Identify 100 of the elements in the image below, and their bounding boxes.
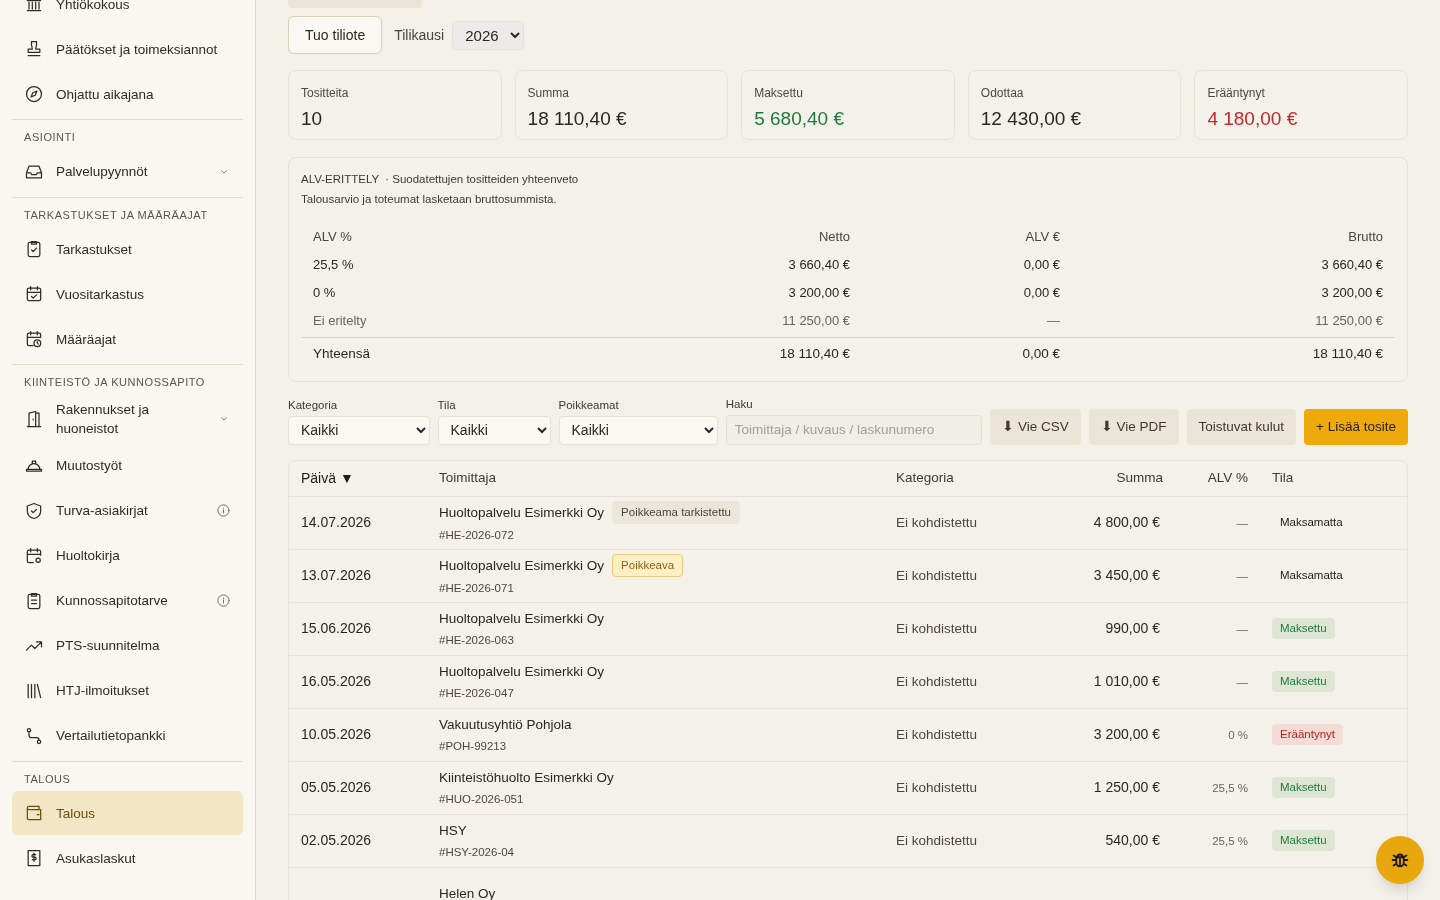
stat-value: 12 430,00 €	[980, 107, 1083, 131]
invoice-number: #HE-2026-047	[439, 685, 515, 701]
table-cell: 11 250,00 €	[782, 312, 850, 328]
invoice-number: #HE-2026-063	[439, 632, 515, 648]
stat-label: Maksettu	[754, 85, 804, 102]
supplier-name: Huoltopalvelu Esimerkki Oy	[439, 662, 605, 681]
status-badge: Maksettu	[1272, 830, 1335, 852]
sidebar-item[interactable]: Asukaslaskut	[12, 836, 243, 880]
action-button[interactable]: Toistuvat kulut	[1186, 408, 1297, 445]
total-cell: Yhteensä	[313, 346, 371, 362]
sidebar-item[interactable]: Vertailutietopankki	[12, 713, 243, 758]
total-cell: 18 110,40 €	[1312, 346, 1383, 362]
amount-cell: 3 450,00 €	[1093, 567, 1160, 584]
sidebar-item[interactable]: Huoltokirja	[12, 533, 243, 578]
status-label: Maksamatta	[1279, 568, 1344, 584]
vat-cell: —	[1236, 675, 1248, 688]
column-header[interactable]: Päivä ▼	[301, 469, 354, 486]
bug-report-button[interactable]	[1376, 836, 1424, 884]
date-cell: 16.05.2026	[301, 673, 372, 690]
amount-cell: 540,00 €	[1105, 832, 1160, 849]
info-icon	[216, 593, 231, 608]
period-select[interactable]: 2026	[452, 20, 525, 50]
shield-check-icon	[24, 500, 44, 521]
date-cell: 05.05.2026	[301, 779, 372, 796]
search-field[interactable]: Toimittaja / kuvaus / laskunumero	[725, 414, 983, 445]
supplier-name: Huoltopalvelu Esimerkki Oy	[439, 503, 605, 522]
column-header: ALV %	[1207, 470, 1248, 486]
route-icon	[24, 725, 44, 746]
filter-select[interactable]: Kaikki	[558, 415, 718, 445]
action-button[interactable]: + Lisää tosite	[1304, 408, 1408, 445]
tag: Poikkeama tarkistettu	[612, 501, 740, 525]
table-cell: 0 %	[313, 284, 336, 300]
supplier-name: HSY	[439, 821, 467, 840]
sidebar-item[interactable]: Vuositarkastus	[12, 272, 243, 316]
category-cell: Ei kohdistettu	[896, 832, 978, 848]
vat-note: Talousarvio ja toteumat lasketaan bruttosummista.	[301, 192, 558, 208]
sidebar-item[interactable]: Määräajat	[12, 317, 243, 361]
column-header: Kategoria	[896, 470, 954, 486]
import-button[interactable]: Tuo tiliote	[288, 16, 383, 54]
sidebar-item[interactable]: Muutostyöt	[12, 443, 243, 488]
supplier-name: Huoltopalvelu Esimerkki Oy	[439, 609, 605, 628]
category-cell: Ei kohdistettu	[896, 673, 978, 689]
vat-cell: 25,5 %	[1212, 781, 1248, 794]
sidebar-item[interactable]: HTJ-ilmoitukset	[12, 668, 243, 713]
date-cell: 02.05.2026	[301, 832, 372, 849]
search-label: Haku	[725, 396, 754, 412]
sidebar-item[interactable]: Palvelupyynnöt	[12, 149, 243, 194]
section-heading: TARKASTUKSET JA MÄÄRÄAJAT	[23, 207, 209, 223]
filter-select[interactable]: Kaikki	[437, 415, 551, 445]
action-button[interactable]: ⬇ Vie CSV	[990, 408, 1081, 445]
filter-label: Tila	[437, 397, 457, 413]
column-header: ALV %	[313, 228, 352, 244]
stat-value: 18 110,40 €	[527, 107, 628, 131]
tag: Poikkeava	[612, 554, 684, 578]
amount-cell: 1 250,00 €	[1093, 779, 1160, 796]
wallet-icon	[24, 803, 44, 823]
supplier-name: Huoltopalvelu Esimerkki Oy	[439, 556, 605, 575]
table-cell: 3 200,00 €	[1321, 284, 1383, 300]
columns-icon	[24, 0, 44, 14]
total-cell: 18 110,40 €	[779, 346, 850, 362]
sidebar-item[interactable]: Tarkastukset	[12, 227, 243, 271]
vat-cell: —	[1236, 622, 1248, 635]
category-cell: Ei kohdistettu	[896, 779, 978, 795]
status-badge: Maksettu	[1272, 777, 1335, 799]
invoice-number: #HSY-2026-04	[439, 844, 516, 860]
sidebar-item[interactable]: Ohjattu aikajana	[12, 72, 243, 116]
vat-cell: —	[1236, 569, 1248, 582]
status-badge: Maksettu	[1272, 671, 1335, 693]
table-cell: 0,00 €	[1023, 284, 1060, 300]
stat-label: Summa	[527, 85, 570, 102]
vat-cell: 25,5 %	[1212, 834, 1248, 847]
sidebar-item[interactable]: Päätökset ja toimeksiannot	[12, 27, 243, 71]
sidebar-item[interactable]: Turva-asiakirjat	[12, 488, 243, 533]
invoice-number: #POH-99213	[439, 738, 508, 754]
sidebar-item[interactable]: Talous	[12, 791, 243, 835]
table-cell: 3 200,00 €	[788, 284, 850, 300]
status-badge: Erääntynyt	[1272, 724, 1343, 746]
filter-select[interactable]: Kaikki	[288, 415, 430, 445]
column-header: Summa	[1116, 470, 1163, 486]
total-cell: 0,00 €	[1022, 346, 1060, 362]
calendar-clock-icon	[24, 329, 44, 349]
action-button[interactable]: ⬇ Vie PDF	[1088, 408, 1179, 445]
date-cell: 10.05.2026	[301, 726, 372, 743]
sidebar-item[interactable]: Kunnossapitotarve	[12, 578, 243, 623]
column-header: Toimittaja	[439, 470, 497, 486]
date-cell: 14.07.2026	[301, 514, 372, 531]
table-cell: 0,00 €	[1023, 256, 1060, 272]
sidebar-item[interactable]: PTS-suunnitelma	[12, 623, 243, 668]
sidebar-item[interactable]: Rakennukset ja huoneistot	[12, 394, 243, 443]
column-header: Netto	[818, 228, 850, 244]
vat-title: ALV-ERITTELY	[301, 172, 380, 187]
amount-cell: 990,00 €	[1105, 620, 1160, 637]
stat-label: Erääntynyt	[1207, 85, 1266, 102]
period-label: Tilikausi	[394, 25, 445, 45]
stat-value: 4 180,00 €	[1207, 107, 1299, 131]
table-cell: Ei eritelty	[313, 312, 367, 328]
table-cell: 3 660,40 €	[1321, 256, 1383, 272]
stat-value: 10	[301, 107, 324, 131]
vat-cell: —	[1236, 516, 1248, 529]
stat-label: Odottaa	[980, 85, 1025, 102]
